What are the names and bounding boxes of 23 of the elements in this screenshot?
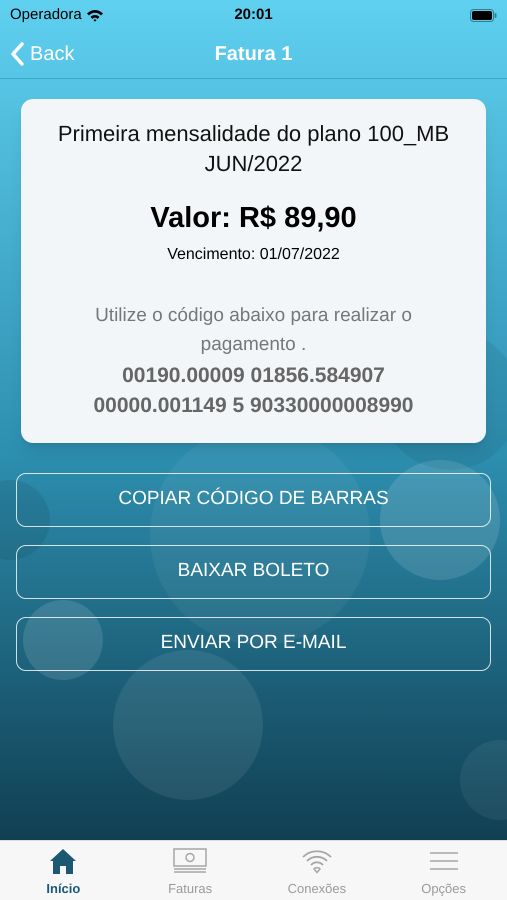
payment-instruction: Utilize o código abaixo para realizar o pagamento . xyxy=(94,304,413,356)
barcode-number: 00190.00009 01856.584907 xyxy=(122,362,385,388)
action-button[interactable]: COPIAR CÓDIGO DE BARRAS xyxy=(16,472,491,526)
invoice-amount: Valor: R$ 89,90 xyxy=(150,201,357,236)
tab-item[interactable]: Opções xyxy=(380,842,507,898)
page-title: Fatura 1 xyxy=(214,42,292,67)
action-button[interactable]: ENVIAR POR E-MAIL xyxy=(16,616,491,670)
banknote-icon xyxy=(173,848,208,874)
wifi-icon xyxy=(300,848,333,874)
tab-item[interactable]: Conexões xyxy=(254,842,380,898)
clock-time: 20:01 xyxy=(234,4,273,25)
carrier-name: Operadora xyxy=(10,4,82,25)
house-icon xyxy=(49,846,78,875)
tab-item[interactable]: Faturas xyxy=(126,842,254,898)
invoice-title: JUN/2022 xyxy=(204,150,302,178)
action-button[interactable]: BAIXAR BOLETO xyxy=(16,544,491,598)
battery-icon xyxy=(470,8,497,22)
invoice-title: Primeira mensalidade do plano 100_MB xyxy=(58,120,450,148)
due-date: Vencimento: 01/07/2022 xyxy=(167,244,340,264)
chevron-left-icon xyxy=(10,42,24,66)
tab-item[interactable]: Início xyxy=(0,842,127,898)
barcode-number: 00000.001149 5 90330000008990 xyxy=(93,392,414,418)
wifi-icon xyxy=(86,8,104,22)
